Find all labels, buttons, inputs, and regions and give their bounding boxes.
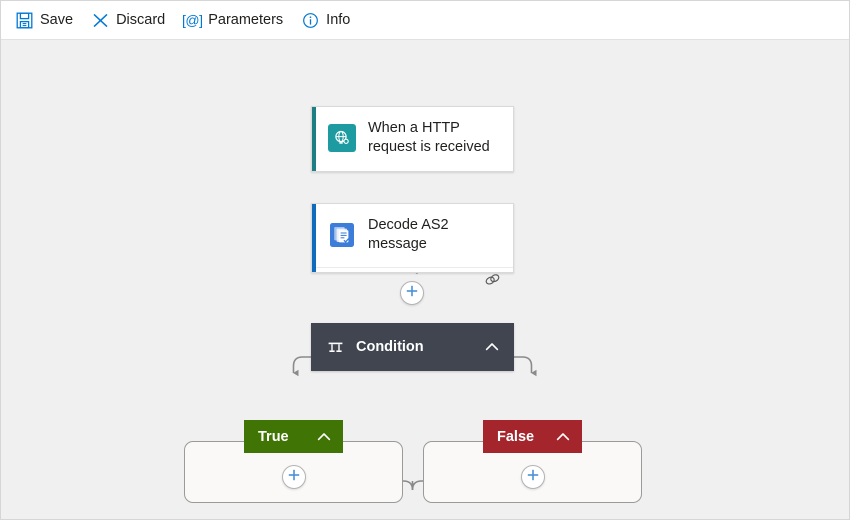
save-icon	[15, 11, 33, 29]
workflow-canvas[interactable]: When a HTTP request is received Decode A…	[1, 40, 849, 519]
add-step-button-after-decode[interactable]	[400, 281, 424, 305]
add-action-button-true-branch[interactable]	[282, 465, 306, 489]
designer-toolbar: Save Discard [@] Parameters Info	[1, 1, 849, 40]
chevron-up-icon[interactable]	[554, 428, 572, 446]
branch-header-false[interactable]: False	[483, 420, 582, 453]
condition-branch-icon	[326, 338, 344, 356]
node-when-http-request-received[interactable]: When a HTTP request is received	[311, 106, 514, 172]
branch-label: True	[258, 428, 289, 445]
parameters-icon: [@]	[181, 11, 203, 29]
plus-icon	[287, 468, 301, 487]
chain-link-icon[interactable]	[484, 271, 501, 293]
node-decode-as2-message[interactable]: Decode AS2 message	[311, 203, 514, 285]
discard-icon	[91, 11, 109, 29]
branch-header-true[interactable]: True	[244, 420, 343, 453]
save-button[interactable]: Save	[15, 5, 73, 35]
save-button-label: Save	[40, 11, 74, 28]
info-button-label: Info	[326, 11, 351, 28]
parameters-icon-glyph: [@]	[181, 12, 203, 28]
branch-label: False	[497, 428, 535, 445]
chevron-up-icon[interactable]	[483, 338, 501, 356]
as2-document-icon	[328, 221, 356, 250]
node-condition[interactable]: Condition	[311, 323, 514, 371]
node-title: Decode AS2 message	[368, 217, 449, 253]
parameters-button[interactable]: [@] Parameters	[181, 5, 284, 35]
add-action-button-false-branch[interactable]	[521, 465, 545, 489]
logic-app-designer-window: Save Discard [@] Parameters Info When a …	[0, 0, 850, 520]
discard-button[interactable]: Discard	[91, 5, 165, 35]
plus-icon	[405, 284, 419, 303]
info-button[interactable]: Info	[301, 5, 350, 35]
discard-button-label: Discard	[116, 11, 166, 28]
info-icon	[301, 11, 319, 29]
chevron-up-icon[interactable]	[315, 428, 333, 446]
plus-icon	[526, 468, 540, 487]
node-title: Condition	[356, 339, 424, 355]
node-accent-bar	[312, 107, 316, 171]
node-accent-bar	[312, 204, 316, 272]
http-request-icon	[328, 124, 356, 153]
parameters-button-label: Parameters	[208, 11, 284, 28]
node-header: Decode AS2 message	[312, 204, 513, 267]
node-header: When a HTTP request is received	[312, 107, 513, 170]
node-title: When a HTTP request is received	[368, 120, 490, 156]
